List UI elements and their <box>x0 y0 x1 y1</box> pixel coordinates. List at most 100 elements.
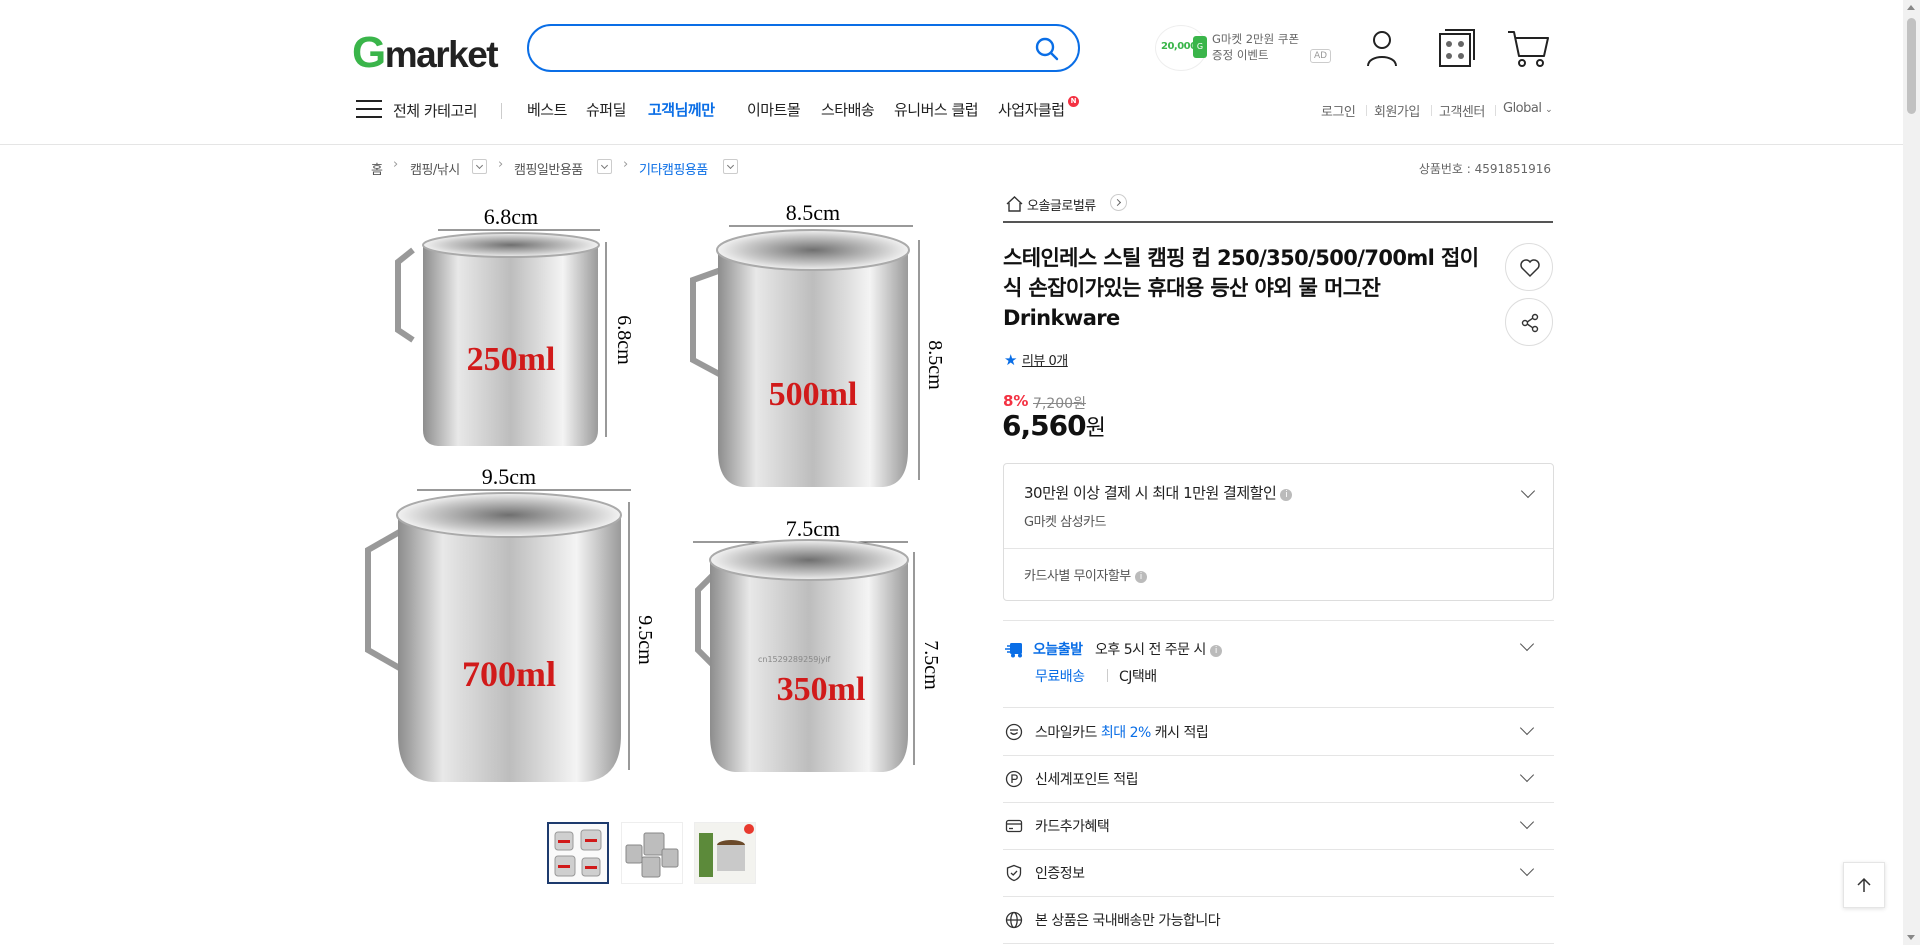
certification-row[interactable]: 인증정보 <box>1003 850 1554 896</box>
cup-700-width-label: 9.5cm <box>482 464 536 489</box>
coupon-ad-line2: 증정 이벤트 <box>1212 48 1269 62</box>
cup-250ml: 6.8cm 250ml 6.8cm <box>395 204 635 446</box>
chevron-down-icon[interactable] <box>1520 483 1536 499</box>
search-icon[interactable] <box>1034 36 1060 62</box>
card-benefit-title-text: 30만원 이상 결제 시 최대 1만원 결제할인 <box>1024 484 1277 502</box>
card-icon <box>1005 819 1023 833</box>
smilecard-cash-row[interactable]: 스마일카드 최대 2% 캐시 적립 <box>1003 709 1554 755</box>
card-benefit-box[interactable]: 30만원 이상 결제 시 최대 1만원 결제할인 i G마켓 삼성카드 카드사별 … <box>1003 463 1554 601</box>
seller-arrow-icon[interactable] <box>1110 194 1127 211</box>
shinsegae-point-row[interactable]: 신세계포인트 적립 <box>1003 756 1554 802</box>
global-dropdown[interactable]: Global ⌄ <box>1503 101 1553 116</box>
cup-700-height-label: 9.5cm <box>634 615 656 665</box>
nav-best[interactable]: 베스트 <box>527 99 567 120</box>
breadcrumb-dropdown-icon[interactable] <box>723 159 738 174</box>
share-button[interactable] <box>1505 298 1553 346</box>
review-link[interactable]: ★ 리뷰 0개 <box>1004 350 1068 369</box>
info-icon[interactable]: i <box>1134 571 1147 583</box>
chevron-down-icon[interactable] <box>1519 861 1535 877</box>
cup-350-width-label: 7.5cm <box>786 516 840 541</box>
page-scrollbar[interactable] <box>1903 0 1920 945</box>
cup-700ml: 9.5cm 700ml 9.5cm <box>365 464 656 782</box>
discount-rate: 8% <box>1003 392 1029 410</box>
globe-icon <box>1005 911 1023 929</box>
breadcrumb-camping-general[interactable]: 캠핑일반용품 <box>514 159 583 178</box>
cup-500-label: 500ml <box>769 376 858 413</box>
point-icon <box>1005 770 1023 788</box>
gmarket-logo[interactable]: Gmarket <box>352 28 499 78</box>
scroll-down-arrow-icon[interactable] <box>1907 935 1915 940</box>
nav-emart-mall[interactable]: 이마트몰 <box>747 99 801 120</box>
info-icon[interactable]: i <box>1280 489 1293 501</box>
customer-center-link[interactable]: 고객센터 <box>1439 101 1485 120</box>
shield-check-icon <box>1006 864 1022 882</box>
menu-icon[interactable] <box>356 100 382 120</box>
nav-business-club[interactable]: 사업자클럽 <box>998 99 1065 120</box>
chevron-down-icon[interactable] <box>1519 720 1535 736</box>
user-icon[interactable] <box>1360 26 1404 70</box>
logo-g: G <box>352 28 386 77</box>
truck-icon <box>1005 643 1022 658</box>
scroll-to-top-button[interactable] <box>1843 862 1885 908</box>
sale-price-unit: 원 <box>1085 416 1106 441</box>
scroll-up-arrow-icon[interactable] <box>1907 5 1915 10</box>
thumbnail-2[interactable] <box>621 822 683 884</box>
chevron-down-icon: ⌄ <box>1545 105 1553 115</box>
wishlist-button[interactable] <box>1505 243 1553 291</box>
divider <box>1107 669 1108 682</box>
util-divider <box>1431 105 1432 116</box>
smile-icon <box>1005 723 1023 741</box>
product-main-image: 6.8cm 250ml 6.8cm 8.5cm 500ml 8.5cm 9.5c… <box>365 200 943 782</box>
nav-for-you[interactable]: 고객님께만 <box>648 99 715 120</box>
breadcrumb-other-camping[interactable]: 기타캠핑용품 <box>639 159 708 178</box>
coupon-ad-banner[interactable]: 20,000 G G마켓 2만원 쿠폰 증정 이벤트 AD <box>1155 23 1332 71</box>
signup-link[interactable]: 회원가입 <box>1374 101 1420 120</box>
cup-250-width-label: 6.8cm <box>484 204 538 229</box>
shipping-cutoff-text: 오후 5시 전 주문 시 <box>1095 642 1206 658</box>
installment-info[interactable]: 카드사별 무이자할부 i <box>1024 565 1147 584</box>
breadcrumb-separator-icon: › <box>393 157 399 172</box>
chevron-down-icon[interactable] <box>1519 767 1535 783</box>
breadcrumb-camping-fishing[interactable]: 캠핑/낚시 <box>410 159 460 178</box>
global-label: Global <box>1503 101 1542 116</box>
divider <box>1003 707 1554 708</box>
divider <box>1004 548 1553 549</box>
scrollbar-thumb[interactable] <box>1907 18 1916 114</box>
thumbnail-3[interactable] <box>694 822 756 884</box>
breadcrumb-dropdown-icon[interactable] <box>472 159 487 174</box>
installment-text: 카드사별 무이자할부 <box>1024 569 1131 584</box>
breadcrumb-separator-icon: › <box>623 157 629 172</box>
image-watermark: cn1529289259jyif <box>758 655 831 664</box>
info-icon[interactable]: i <box>1209 645 1222 657</box>
util-divider <box>1495 105 1496 116</box>
smilecard-highlight: 최대 2% <box>1100 725 1151 741</box>
chevron-down-icon[interactable] <box>1519 814 1535 830</box>
search-bar <box>527 24 1080 72</box>
breadcrumb-dropdown-icon[interactable] <box>597 159 612 174</box>
star-icon: ★ <box>1004 351 1017 369</box>
recent-items-icon[interactable] <box>1434 26 1478 70</box>
all-categories-link[interactable]: 전체 카테고리 <box>393 100 478 121</box>
thumbnail-1[interactable] <box>547 822 609 884</box>
nav-star-delivery[interactable]: 스타배송 <box>821 99 875 120</box>
search-input[interactable] <box>549 34 1009 62</box>
smilecard-cash-label: 스마일카드 최대 2% 캐시 적립 <box>1035 722 1209 742</box>
store-home-icon[interactable] <box>1006 196 1023 212</box>
domestic-shipping-row: 본 상품은 국내배송만 가능합니다 <box>1003 897 1554 943</box>
card-extra-benefit-row[interactable]: 카드추가혜택 <box>1003 803 1554 849</box>
cart-icon[interactable] <box>1506 26 1550 70</box>
product-number: 상품번호 : 4591851916 <box>1418 162 1551 176</box>
nav-divider <box>501 103 502 119</box>
header: Gmarket 20,000 G G마켓 2만원 쿠폰 증정 이벤트 AD 전체… <box>0 0 1903 145</box>
breadcrumb-home[interactable]: 홈 <box>371 159 383 178</box>
cup-250-height-label: 6.8cm <box>613 315 635 365</box>
nav-superdeal[interactable]: 슈퍼딜 <box>586 99 626 120</box>
login-link[interactable]: 로그인 <box>1321 101 1356 120</box>
arrow-up-icon <box>1857 877 1871 892</box>
card-benefit-subtitle: G마켓 삼성카드 <box>1024 515 1106 530</box>
delivery-section[interactable]: 오늘출발 오후 5시 전 주문 시i 무료배송 CJ택배 <box>1003 620 1554 706</box>
nav-universe-club[interactable]: 유니버스 클럽 <box>894 99 979 120</box>
chevron-down-icon[interactable] <box>1519 636 1535 652</box>
seller-name[interactable]: 오솔글로벌류 <box>1027 195 1096 214</box>
domestic-shipping-label: 본 상품은 국내배송만 가능합니다 <box>1035 913 1221 929</box>
